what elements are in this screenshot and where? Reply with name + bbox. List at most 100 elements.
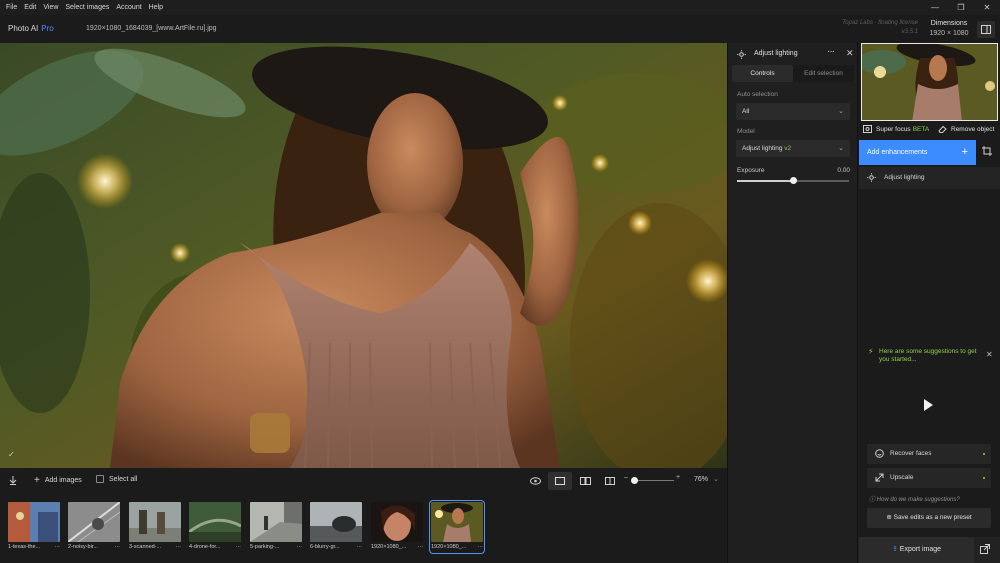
menu-item-file[interactable]: File [6, 0, 17, 15]
expand-icon [875, 468, 884, 488]
maximize-icon[interactable]: ❐ [948, 0, 974, 15]
more-icon[interactable]: ··· [176, 544, 182, 550]
auto-selection-dropdown[interactable]: All ⌄ [736, 103, 850, 120]
minimize-icon[interactable]: — [922, 0, 948, 15]
zoom-out-icon[interactable]: – [624, 474, 628, 481]
version-label: v3.5.1 [901, 29, 918, 35]
suggestions-message: ⚡ Here are some suggestions to get you s… [868, 348, 978, 364]
thumbnail[interactable]: 4-drone-for... ··· [189, 502, 241, 552]
zoom-in-icon[interactable]: + [676, 474, 680, 481]
more-icon[interactable]: ··· [115, 544, 121, 550]
menu-item-view[interactable]: View [43, 0, 58, 15]
bottom-toolbar: + Add images Select all – + 76% ⌄ [0, 468, 727, 494]
save-preset-button[interactable]: ⊕ Save edits as a new preset [867, 508, 991, 528]
recover-faces-button[interactable]: Recover faces [867, 444, 991, 464]
super-focus-button[interactable]: Super focus BETA [863, 125, 929, 133]
face-icon [875, 444, 884, 464]
controls-panel: Adjust lighting ··· ✕ Controls Edit sele… [727, 43, 857, 563]
window-controls: — ❐ ✕ [922, 0, 1000, 15]
export-settings-button[interactable] [980, 544, 990, 556]
model-dropdown[interactable]: Adjust lighting v2 ⌄ [736, 140, 850, 157]
thumbnail-label: 4-drone-for... [189, 544, 221, 550]
how-suggestions-link[interactable]: ⓘ How do we make suggestions? [869, 494, 960, 503]
more-icon[interactable]: ··· [478, 544, 484, 550]
zoom-slider-track[interactable] [632, 480, 674, 481]
dimensions-title: Dimensions [930, 20, 968, 27]
lightning-icon: ⚡ [868, 347, 874, 356]
thumbnail[interactable]: 3-scanned-... ··· [129, 502, 181, 552]
crop-button[interactable] [982, 146, 992, 158]
beta-badge: BETA [912, 125, 930, 133]
thumbnail[interactable]: 1-texas-the... ··· [8, 502, 60, 552]
exposure-label: Exposure [737, 167, 765, 174]
thumbnail-image [8, 502, 60, 542]
super-focus-label: Super focus [876, 125, 911, 133]
add-images-button[interactable]: + Add images [34, 475, 82, 486]
menu-item-edit[interactable]: Edit [24, 0, 36, 15]
thumbnail[interactable]: 5-parking-... ··· [250, 502, 302, 552]
close-window-icon[interactable]: ✕ [974, 0, 1000, 15]
license-info: Topaz Labs · floating license v3.5.1 [800, 19, 918, 37]
thumbnail-image [129, 502, 181, 542]
app-brand: Photo AI Pro [8, 24, 54, 33]
thumbnail-label: 5-parking-... [250, 544, 280, 550]
close-icon[interactable]: ✕ [846, 48, 854, 59]
menu-item-select-images[interactable]: Select images [65, 0, 109, 15]
more-icon[interactable]: ··· [297, 544, 303, 550]
menu-item-help[interactable]: Help [149, 0, 163, 15]
export-icon: ⇪ [891, 546, 900, 553]
thumbnail-image [431, 502, 483, 542]
more-icon[interactable]: ··· [55, 544, 61, 550]
navigator-preview[interactable] [861, 43, 998, 121]
more-icon[interactable]: ··· [236, 544, 242, 550]
menu-item-account[interactable]: Account [116, 0, 141, 15]
split-view-button[interactable] [598, 472, 622, 490]
exposure-slider-handle[interactable] [789, 177, 797, 184]
remove-object-button[interactable]: Remove object [938, 125, 994, 133]
remove-object-label: Remove object [951, 125, 995, 133]
zoom-level[interactable]: 76% [694, 476, 708, 483]
thumbnail-label: 2-noisy-bir... [68, 544, 98, 550]
exposure-value[interactable]: 0.00 [837, 167, 850, 174]
thumbnail-image [310, 502, 362, 542]
how-suggestions-text: How do we make suggestions? [876, 497, 960, 503]
side-by-side-button[interactable] [573, 472, 597, 490]
thumbnail[interactable]: 1920×1080_... ··· [371, 502, 423, 552]
suggestions-text: Here are some suggestions to get you sta… [879, 348, 977, 363]
single-view-icon [555, 477, 565, 485]
preview-image [862, 44, 997, 120]
add-enhancements-button[interactable]: Add enhancements + [859, 140, 976, 165]
select-all-button[interactable]: Select all [96, 475, 137, 483]
tab-edit-selection[interactable]: Edit selection [793, 65, 854, 82]
zoom-slider-handle[interactable] [631, 477, 638, 484]
thumbnail-label: 1920×1080_... [431, 544, 467, 550]
select-all-checkbox[interactable] [96, 475, 104, 483]
more-options-icon[interactable]: ··· [827, 46, 835, 57]
upscale-button[interactable]: Upscale [867, 468, 991, 488]
chevron-down-icon[interactable]: ⌄ [713, 475, 719, 483]
close-suggestions-icon[interactable]: ✕ [986, 350, 993, 359]
image-canvas[interactable] [0, 43, 727, 468]
more-icon[interactable]: ··· [357, 544, 363, 550]
enhancement-item-adjust-lighting[interactable]: Adjust lighting [859, 167, 1000, 189]
add-images-label: Add images [44, 477, 82, 484]
export-image-button[interactable]: ⇪ Export image [859, 537, 974, 563]
model-version: v2 [784, 145, 792, 152]
thumbnail[interactable]: 6-blurry-gr... ··· [310, 502, 362, 552]
auto-selection-value: All [742, 108, 750, 115]
single-view-button[interactable] [548, 472, 572, 490]
preview-toggle-button[interactable] [523, 472, 547, 490]
panel-toggle-button[interactable] [977, 21, 995, 38]
split-view-icon [605, 477, 615, 485]
thumbnail[interactable]: 2-noisy-bir... ··· [68, 502, 120, 552]
thumbnail-label: 6-blurry-gr... [310, 544, 340, 550]
more-icon[interactable]: ··· [418, 544, 424, 550]
thumbnail-image [189, 502, 241, 542]
app-name: Photo AI [8, 24, 39, 33]
download-icon[interactable] [8, 475, 18, 485]
tab-controls[interactable]: Controls [732, 65, 793, 82]
thumbnail-selected[interactable]: 1920×1080_... ··· [429, 500, 485, 554]
play-button[interactable] [923, 399, 933, 413]
exposure-slider-fill [737, 180, 793, 182]
checkmark-icon: ✓ [8, 450, 15, 459]
